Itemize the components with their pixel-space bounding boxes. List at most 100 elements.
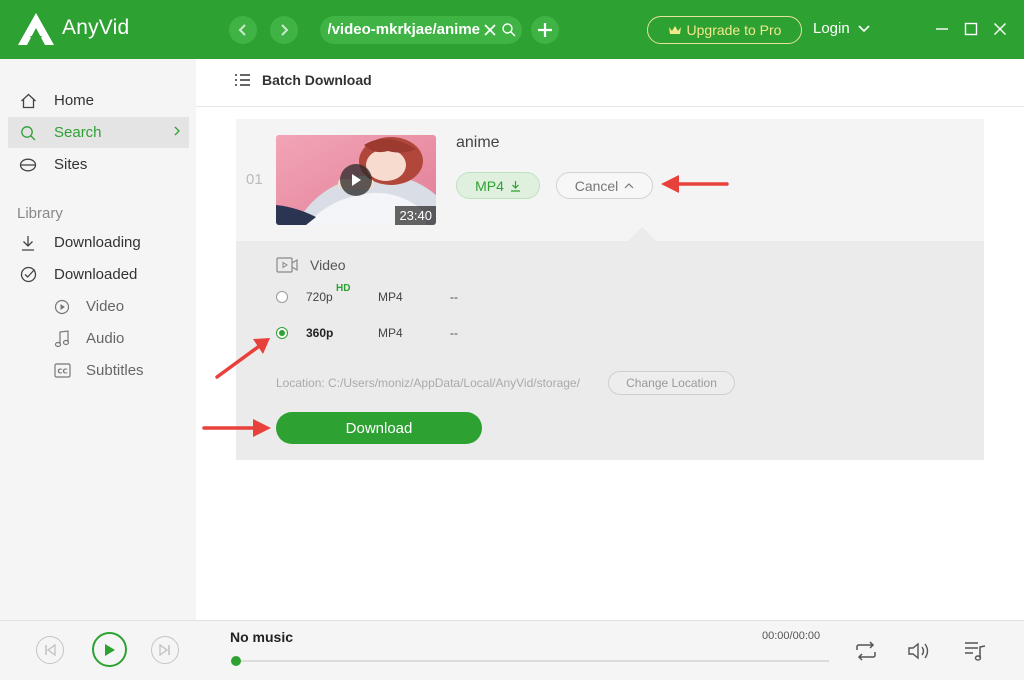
maximize-button[interactable]	[960, 18, 982, 40]
next-track-button[interactable]	[151, 636, 179, 664]
search-icon[interactable]	[501, 22, 517, 38]
repeat-button[interactable]	[853, 638, 879, 664]
list-icon	[235, 74, 250, 86]
chevron-up-icon	[624, 183, 634, 189]
close-icon	[994, 23, 1006, 35]
check-circle-icon	[18, 265, 38, 285]
download-icon	[18, 233, 38, 253]
previous-track-button[interactable]	[36, 636, 64, 664]
batch-download-button[interactable]: Batch Download	[234, 72, 372, 88]
play-circle-icon	[52, 297, 72, 317]
sidebar-item-search[interactable]: Search	[8, 117, 189, 148]
title-bar: AnyVid https://www.bilibili.com/video-mk…	[0, 0, 1024, 59]
quality-option-720p[interactable]: 720p HD MP4 --	[276, 283, 536, 307]
format-label: MP4	[378, 290, 403, 304]
track-time: 00:00/00:00	[762, 630, 821, 642]
format-label: MP4	[378, 326, 403, 340]
upgrade-label: Upgrade to Pro	[686, 22, 782, 38]
download-button[interactable]: Download	[276, 412, 482, 444]
sidebar-item-label: Subtitles	[86, 362, 144, 379]
track-title: No music	[230, 629, 294, 645]
download-icon	[510, 180, 520, 192]
sidebar-item-downloading[interactable]: Downloading	[8, 227, 189, 258]
url-input[interactable]: https://www.bilibili.com/video-mkrkjae/a…	[320, 16, 522, 44]
close-icon[interactable]	[483, 21, 497, 39]
hd-badge: HD	[336, 283, 351, 294]
sidebar-item-label: Downloaded	[54, 266, 138, 283]
batch-download-label: Batch Download	[262, 72, 372, 88]
plus-icon	[538, 23, 552, 37]
play-pause-button[interactable]	[92, 632, 127, 667]
cc-icon: CC	[52, 361, 72, 381]
chevron-right-icon	[174, 126, 180, 136]
playlist-button[interactable]	[962, 638, 988, 664]
play-icon	[105, 643, 115, 656]
app-logo	[18, 13, 54, 45]
repeat-icon	[856, 641, 876, 661]
chevron-down-icon	[858, 24, 870, 32]
add-tab-button[interactable]	[531, 16, 559, 44]
search-icon	[18, 123, 38, 143]
progress-handle[interactable]	[231, 656, 241, 666]
sidebar-item-downloaded[interactable]: Downloaded	[8, 259, 189, 290]
playlist-icon	[965, 642, 986, 661]
minimize-button[interactable]	[931, 18, 953, 40]
item-index: 01	[246, 171, 263, 188]
sidebar-item-label: Home	[54, 92, 95, 109]
back-button[interactable]	[229, 16, 257, 44]
video-section-heading: Video	[276, 257, 346, 273]
skip-forward-icon	[159, 644, 170, 656]
sidebar-item-video[interactable]: Video	[8, 291, 189, 322]
quality-option-360p[interactable]: 360p MP4 --	[276, 323, 536, 343]
maximize-icon	[964, 22, 978, 36]
volume-button[interactable]	[907, 638, 933, 664]
library-heading: Library	[17, 205, 63, 222]
chevron-right-icon	[281, 24, 289, 36]
player-bar: No music 00:00/00:00	[0, 620, 1024, 680]
login-menu[interactable]: Login	[813, 20, 870, 37]
sidebar-item-label: Audio	[86, 330, 125, 347]
sidebar-item-label: Sites	[54, 156, 88, 173]
video-thumbnail[interactable]: 23:40	[276, 135, 436, 225]
sidebar-item-home[interactable]: Home	[8, 85, 189, 116]
chevron-left-icon	[238, 24, 246, 36]
item-summary: 01 23:40 anime MP4 Cancel	[236, 119, 984, 241]
upgrade-button[interactable]: Upgrade to Pro	[647, 16, 802, 44]
sidebar: Home Search Sites Library Downloading Do…	[0, 59, 196, 620]
close-window-button[interactable]	[989, 18, 1011, 40]
sidebar-item-subtitles[interactable]: CC Subtitles	[8, 355, 189, 386]
radio-button-selected[interactable]	[276, 327, 288, 339]
video-duration: 23:40	[395, 206, 436, 225]
sidebar-item-label: Search	[54, 124, 102, 141]
minimize-icon	[936, 28, 948, 30]
sidebar-item-sites[interactable]: Sites	[8, 149, 189, 180]
home-icon	[18, 91, 38, 111]
change-location-button[interactable]: Change Location	[608, 371, 735, 395]
quality-label: 360p	[306, 326, 334, 340]
progress-track[interactable]	[236, 660, 829, 662]
main-header: Batch Download	[196, 59, 1024, 107]
skip-back-icon	[45, 644, 56, 656]
music-note-icon	[52, 329, 72, 349]
forward-button[interactable]	[270, 16, 298, 44]
sidebar-item-label: Downloading	[54, 234, 141, 251]
video-title: anime	[456, 134, 500, 151]
download-item-card: 01 23:40 anime MP4 Cancel Video 720p HD …	[236, 119, 984, 460]
volume-icon	[908, 642, 929, 660]
sidebar-item-audio[interactable]: Audio	[8, 323, 189, 354]
play-icon	[352, 174, 361, 186]
format-download-button[interactable]: MP4	[456, 172, 540, 199]
video-camera-icon	[276, 257, 298, 273]
login-label: Login	[813, 20, 850, 37]
url-text: https://www.bilibili.com/video-mkrkjae/a…	[328, 21, 480, 38]
format-label: MP4	[475, 177, 504, 194]
size-label: --	[450, 290, 458, 304]
video-section-label: Video	[310, 257, 346, 273]
crown-icon	[668, 26, 681, 34]
size-label: --	[450, 326, 458, 340]
play-button[interactable]	[340, 164, 372, 196]
cancel-button[interactable]: Cancel	[556, 172, 653, 199]
radio-button[interactable]	[276, 291, 288, 303]
globe-icon	[18, 155, 38, 175]
quality-label: 720p	[306, 290, 333, 304]
